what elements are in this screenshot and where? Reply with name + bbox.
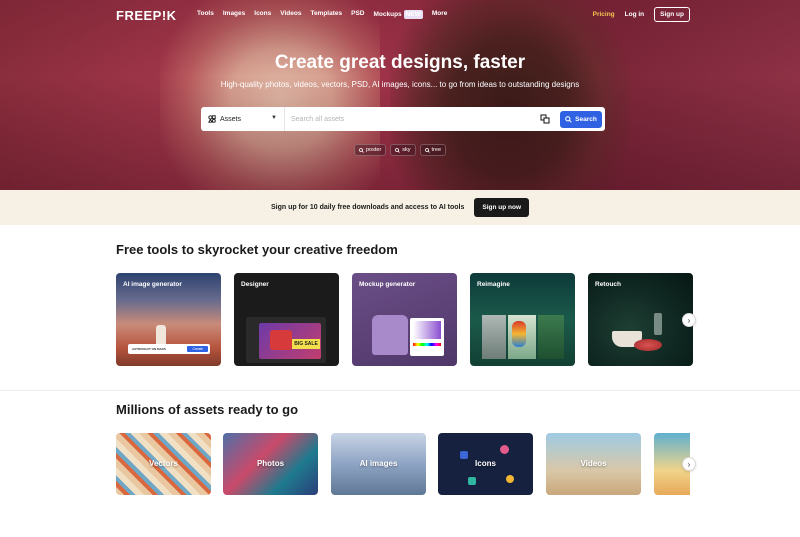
search-icon bbox=[424, 147, 430, 153]
hero-subtitle: High-quality photos, videos, vectors, PS… bbox=[220, 80, 580, 89]
search-icon bbox=[565, 115, 572, 123]
assets-next-arrow[interactable]: › bbox=[682, 457, 696, 471]
nav-icons[interactable]: Icons bbox=[254, 10, 271, 19]
logo[interactable]: FREEP!K bbox=[116, 8, 177, 23]
nav-videos[interactable]: Videos bbox=[280, 10, 301, 19]
chip-sky[interactable]: sky bbox=[390, 144, 416, 156]
tool-card-retouch[interactable]: Retouch bbox=[588, 273, 693, 366]
nav-more[interactable]: More bbox=[432, 10, 448, 19]
hero-title: Create great designs, faster bbox=[274, 52, 526, 73]
chip-tree[interactable]: tree bbox=[419, 144, 447, 156]
dessert-plate bbox=[634, 339, 662, 351]
search-bar: Assets ▼ Search all assets Search bbox=[201, 107, 605, 131]
assets-carousel: Vectors Photos AI images Icons Videos bbox=[116, 433, 690, 495]
nav-links: Tools Images Icons Videos Templates PSD … bbox=[197, 10, 447, 19]
pricing-link[interactable]: Pricing bbox=[593, 11, 615, 18]
nav-psd[interactable]: PSD bbox=[351, 10, 364, 19]
search-input[interactable]: Search all assets bbox=[285, 107, 536, 131]
shoes-image bbox=[270, 330, 292, 350]
login-link[interactable]: Log in bbox=[625, 11, 645, 18]
asset-card-ai-images[interactable]: AI images bbox=[331, 433, 426, 495]
chevron-down-icon: ▼ bbox=[271, 115, 277, 121]
suggestion-chips: poster sky tree bbox=[0, 144, 800, 156]
tool-card-mockup-generator[interactable]: Mockup generator bbox=[352, 273, 457, 366]
tools-section-title: Free tools to skyrocket your creative fr… bbox=[116, 242, 398, 257]
tools-carousel: AI image generator ASTRONAUT ON MARS Cre… bbox=[116, 273, 693, 366]
tool-card-designer[interactable]: Designer BIG SALE bbox=[234, 273, 339, 366]
chevron-right-icon: › bbox=[687, 459, 691, 469]
assets-icon bbox=[208, 115, 216, 123]
image-search-icon[interactable] bbox=[536, 110, 554, 128]
search-icon bbox=[395, 147, 401, 153]
tshirt-mockup bbox=[372, 315, 408, 355]
nav-images[interactable]: Images bbox=[223, 10, 245, 19]
nav-tools[interactable]: Tools bbox=[197, 10, 214, 19]
asset-card-videos[interactable]: Videos bbox=[546, 433, 641, 495]
parrot-image bbox=[512, 321, 526, 347]
nav-templates[interactable]: Templates bbox=[310, 10, 342, 19]
tools-next-arrow[interactable]: › bbox=[682, 313, 696, 327]
search-button[interactable]: Search bbox=[560, 110, 602, 128]
asset-card-icons[interactable]: Icons bbox=[438, 433, 533, 495]
signup-button[interactable]: Sign up bbox=[654, 7, 690, 22]
nav-right: Pricing Log in Sign up bbox=[593, 7, 690, 22]
asset-card-vectors[interactable]: Vectors bbox=[116, 433, 211, 495]
chip-poster[interactable]: poster bbox=[353, 144, 387, 156]
signup-banner: Sign up for 10 daily free downloads and … bbox=[0, 190, 800, 225]
nav-mockups[interactable]: Mockups NEW bbox=[374, 10, 423, 19]
tool-card-reimagine[interactable]: Reimagine bbox=[470, 273, 575, 366]
assets-section-title: Millions of assets ready to go bbox=[116, 402, 299, 417]
prompt-box: ASTRONAUT ON MARS Create bbox=[128, 344, 210, 354]
chevron-right-icon: › bbox=[687, 315, 691, 325]
hero: FREEP!K Tools Images Icons Videos Templa… bbox=[0, 0, 800, 190]
banner-text: Sign up for 10 daily free downloads and … bbox=[270, 204, 465, 211]
color-picker bbox=[410, 318, 444, 356]
asset-card-photos[interactable]: Photos bbox=[223, 433, 318, 495]
category-select[interactable]: Assets ▼ bbox=[201, 107, 285, 131]
top-nav: FREEP!K Tools Images Icons Videos Templa… bbox=[0, 0, 800, 30]
banner-signup-button[interactable]: Sign up now bbox=[474, 198, 530, 217]
new-badge: NEW bbox=[403, 10, 423, 19]
tool-card-ai-image-generator[interactable]: AI image generator ASTRONAUT ON MARS Cre… bbox=[116, 273, 221, 366]
search-icon bbox=[359, 147, 364, 153]
section-divider bbox=[0, 390, 800, 391]
